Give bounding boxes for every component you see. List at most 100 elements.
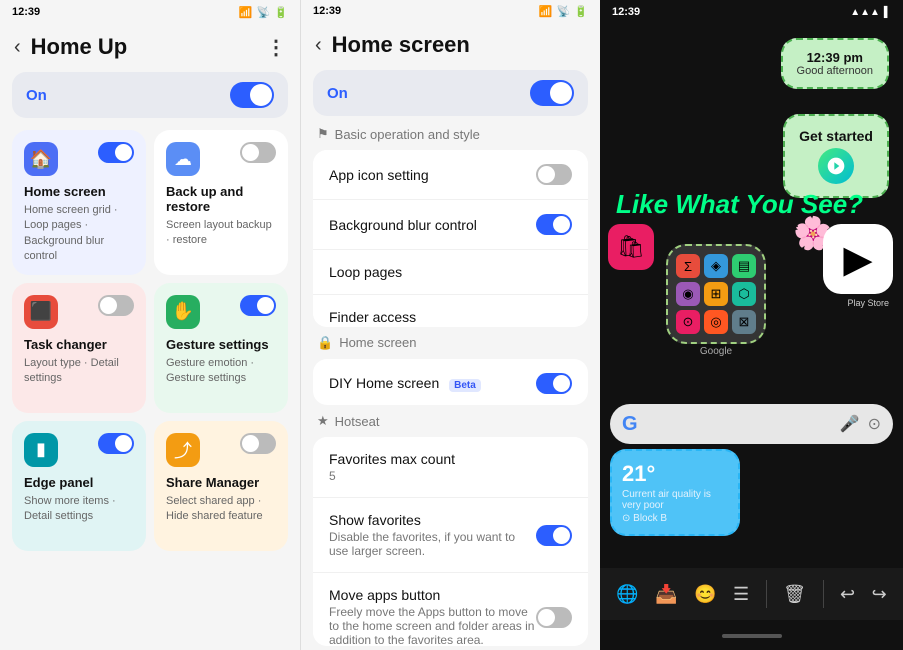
card-title-home: Home screen: [24, 184, 134, 199]
card-task-changer[interactable]: ⬛ Task changer Layout type · Detail sett…: [12, 283, 146, 413]
battery-icon-3: ▌: [884, 7, 891, 18]
card-gesture[interactable]: ✋ Gesture settings Gesture emotion · Ges…: [154, 283, 288, 413]
card-desc-gesture: Gesture emotion · Gesture settings: [166, 356, 276, 387]
backup-icon: ☁: [166, 142, 200, 176]
lens-icon[interactable]: ⊙: [868, 414, 881, 434]
app-folder[interactable]: Σ ◈ ▤ ◉ ⊞ ⬡ ⊙ ◎ ⊠ Google: [666, 244, 766, 357]
card-share-manager[interactable]: ⤴ Share Manager Select shared app · Hide…: [154, 421, 288, 551]
panel-home-up: 12:39 📶 📡 🔋 ‹ Home Up ⋮ On 🏠 Home scre: [0, 0, 300, 650]
toggle-bg-blur[interactable]: [536, 214, 572, 235]
status-bar-2: 12:39 📶 📡 🔋: [301, 0, 600, 22]
status-time-2: 12:39: [313, 5, 341, 17]
card-top-backup: ☁: [166, 142, 276, 176]
page-title-2: Home screen: [332, 32, 586, 58]
setting-favorites-max[interactable]: Favorites max count 5: [313, 437, 588, 498]
widget-get-started[interactable]: Get started: [783, 114, 889, 198]
toggle-show-favorites[interactable]: [536, 525, 572, 546]
toggle-task[interactable]: [98, 295, 134, 316]
card-desc-task: Layout type · Detail settings: [24, 356, 134, 387]
setting-loop-pages[interactable]: Loop pages: [313, 250, 588, 295]
folder-app-7: ⊙: [676, 310, 700, 334]
signal-icon: 📡: [257, 6, 271, 19]
nav-divider-2: [823, 580, 824, 608]
menu-button-1[interactable]: ⋮: [266, 35, 286, 60]
search-bar-widget[interactable]: G 🎤 ⊙: [610, 404, 893, 444]
back-button-1[interactable]: ‹: [14, 36, 21, 59]
card-top-share: ⤴: [166, 433, 276, 467]
toggle-label-1: On: [26, 87, 47, 104]
toggle-backup[interactable]: [240, 142, 276, 163]
task-icon: ⬛: [24, 295, 58, 329]
card-top-edge: ▮: [24, 433, 134, 467]
widget-time[interactable]: 12:39 pm Good afternoon: [781, 38, 889, 89]
section-icon-basic: ⚑: [317, 126, 329, 142]
weather-widget[interactable]: 21° Current air quality is very poor ⊙ B…: [610, 449, 740, 536]
panel-home-screen: 12:39 📶 📡 🔋 ‹ Home screen On ⚑ Basic ope…: [300, 0, 600, 650]
toggle-app-icon[interactable]: [536, 164, 572, 185]
setting-show-favorites[interactable]: Show favorites Disable the favorites, if…: [313, 498, 588, 573]
card-edge-panel[interactable]: ▮ Edge panel Show more items · Detail se…: [12, 421, 146, 551]
section-basic-label: ⚑ Basic operation and style: [301, 122, 600, 146]
store-app-icon[interactable]: 🛍: [608, 224, 654, 270]
folder-label: Google: [666, 346, 766, 357]
status-icons-2: 📶 📡 🔋: [539, 5, 588, 18]
panel-diy-home: 12:39 ▲▲▲ ▌ 12:39 pm Good afternoon Get …: [600, 0, 903, 650]
widget-time-text: 12:39 pm: [797, 50, 873, 65]
play-store-icon[interactable]: ▶: [823, 224, 893, 294]
download-icon[interactable]: 📥: [655, 584, 677, 605]
back-button-2[interactable]: ‹: [315, 34, 322, 57]
folder-app-9: ⊠: [732, 310, 756, 334]
weather-temp: 21°: [622, 461, 728, 487]
card-desc-share: Select shared app · Hide shared feature: [166, 494, 276, 525]
microphone-icon[interactable]: 🎤: [840, 414, 860, 434]
section-hotseat-label: ★ Hotseat: [301, 409, 600, 433]
setting-bg-blur[interactable]: Background blur control: [313, 200, 588, 250]
home-indicator-bar: [600, 620, 903, 650]
toggle-home-screen[interactable]: [98, 142, 134, 163]
setting-move-apps[interactable]: Move apps button Freely move the Apps bu…: [313, 573, 588, 646]
card-backup[interactable]: ☁ Back up and restore Screen layout back…: [154, 130, 288, 275]
status-time-3: 12:39: [612, 6, 640, 18]
card-top-gesture: ✋: [166, 295, 276, 329]
main-toggle-row-2: On: [313, 70, 588, 116]
top-nav-1: ‹ Home Up ⋮: [0, 24, 300, 66]
setting-app-icon[interactable]: App icon setting: [313, 150, 588, 200]
emoji-icon[interactable]: 😊: [694, 584, 716, 605]
card-home-screen[interactable]: 🏠 Home screen Home screen grid · Loop pa…: [12, 130, 146, 275]
setting-finder-access[interactable]: Finder access: [313, 295, 588, 326]
home-indicator: [722, 634, 782, 638]
section-home-label: 🔒 Home screen: [301, 331, 600, 355]
toggle-gesture[interactable]: [240, 295, 276, 316]
get-started-label: Get started: [799, 128, 873, 144]
edge-icon: ▮: [24, 433, 58, 467]
trash-icon[interactable]: 🗑: [783, 584, 806, 605]
main-toggle-1[interactable]: [230, 82, 274, 108]
status-time-1: 12:39: [12, 6, 40, 18]
menu-icon[interactable]: ☰: [733, 584, 749, 605]
redo-icon[interactable]: ↪: [872, 584, 887, 605]
toggle-diy-home[interactable]: [536, 373, 572, 394]
toggle-edge[interactable]: [98, 433, 134, 454]
hotseat-settings-group: Favorites max count 5 Show favorites Dis…: [313, 437, 588, 646]
signal-icon-2: 📡: [557, 5, 571, 18]
card-desc-home: Home screen grid · Loop pages · Backgrou…: [24, 203, 134, 265]
toggle-move-apps[interactable]: [536, 607, 572, 628]
page-title-1: Home Up: [31, 34, 266, 60]
globe-icon[interactable]: 🌐: [616, 584, 638, 605]
folder-app-5: ⊞: [704, 282, 728, 306]
card-title-share: Share Manager: [166, 475, 276, 490]
nav-divider: [766, 580, 767, 608]
card-desc-edge: Show more items · Detail settings: [24, 494, 134, 525]
section-icon-hotseat: ★: [317, 413, 329, 429]
battery-icon: 🔋: [274, 6, 288, 19]
diy-home-content: 12:39 pm Good afternoon Get started Like…: [600, 24, 903, 568]
share-icon: ⤴: [166, 433, 200, 467]
weather-location: ⊙ Block B: [622, 513, 728, 524]
main-toggle-2[interactable]: [530, 80, 574, 106]
undo-icon[interactable]: ↩: [840, 584, 855, 605]
status-icons-3: ▲▲▲ ▌: [850, 7, 891, 18]
gesture-icon: ✋: [166, 295, 200, 329]
main-toggle-row-1: On: [12, 72, 288, 118]
setting-diy-home[interactable]: DIY Home screen Beta: [313, 359, 588, 405]
toggle-share[interactable]: [240, 433, 276, 454]
